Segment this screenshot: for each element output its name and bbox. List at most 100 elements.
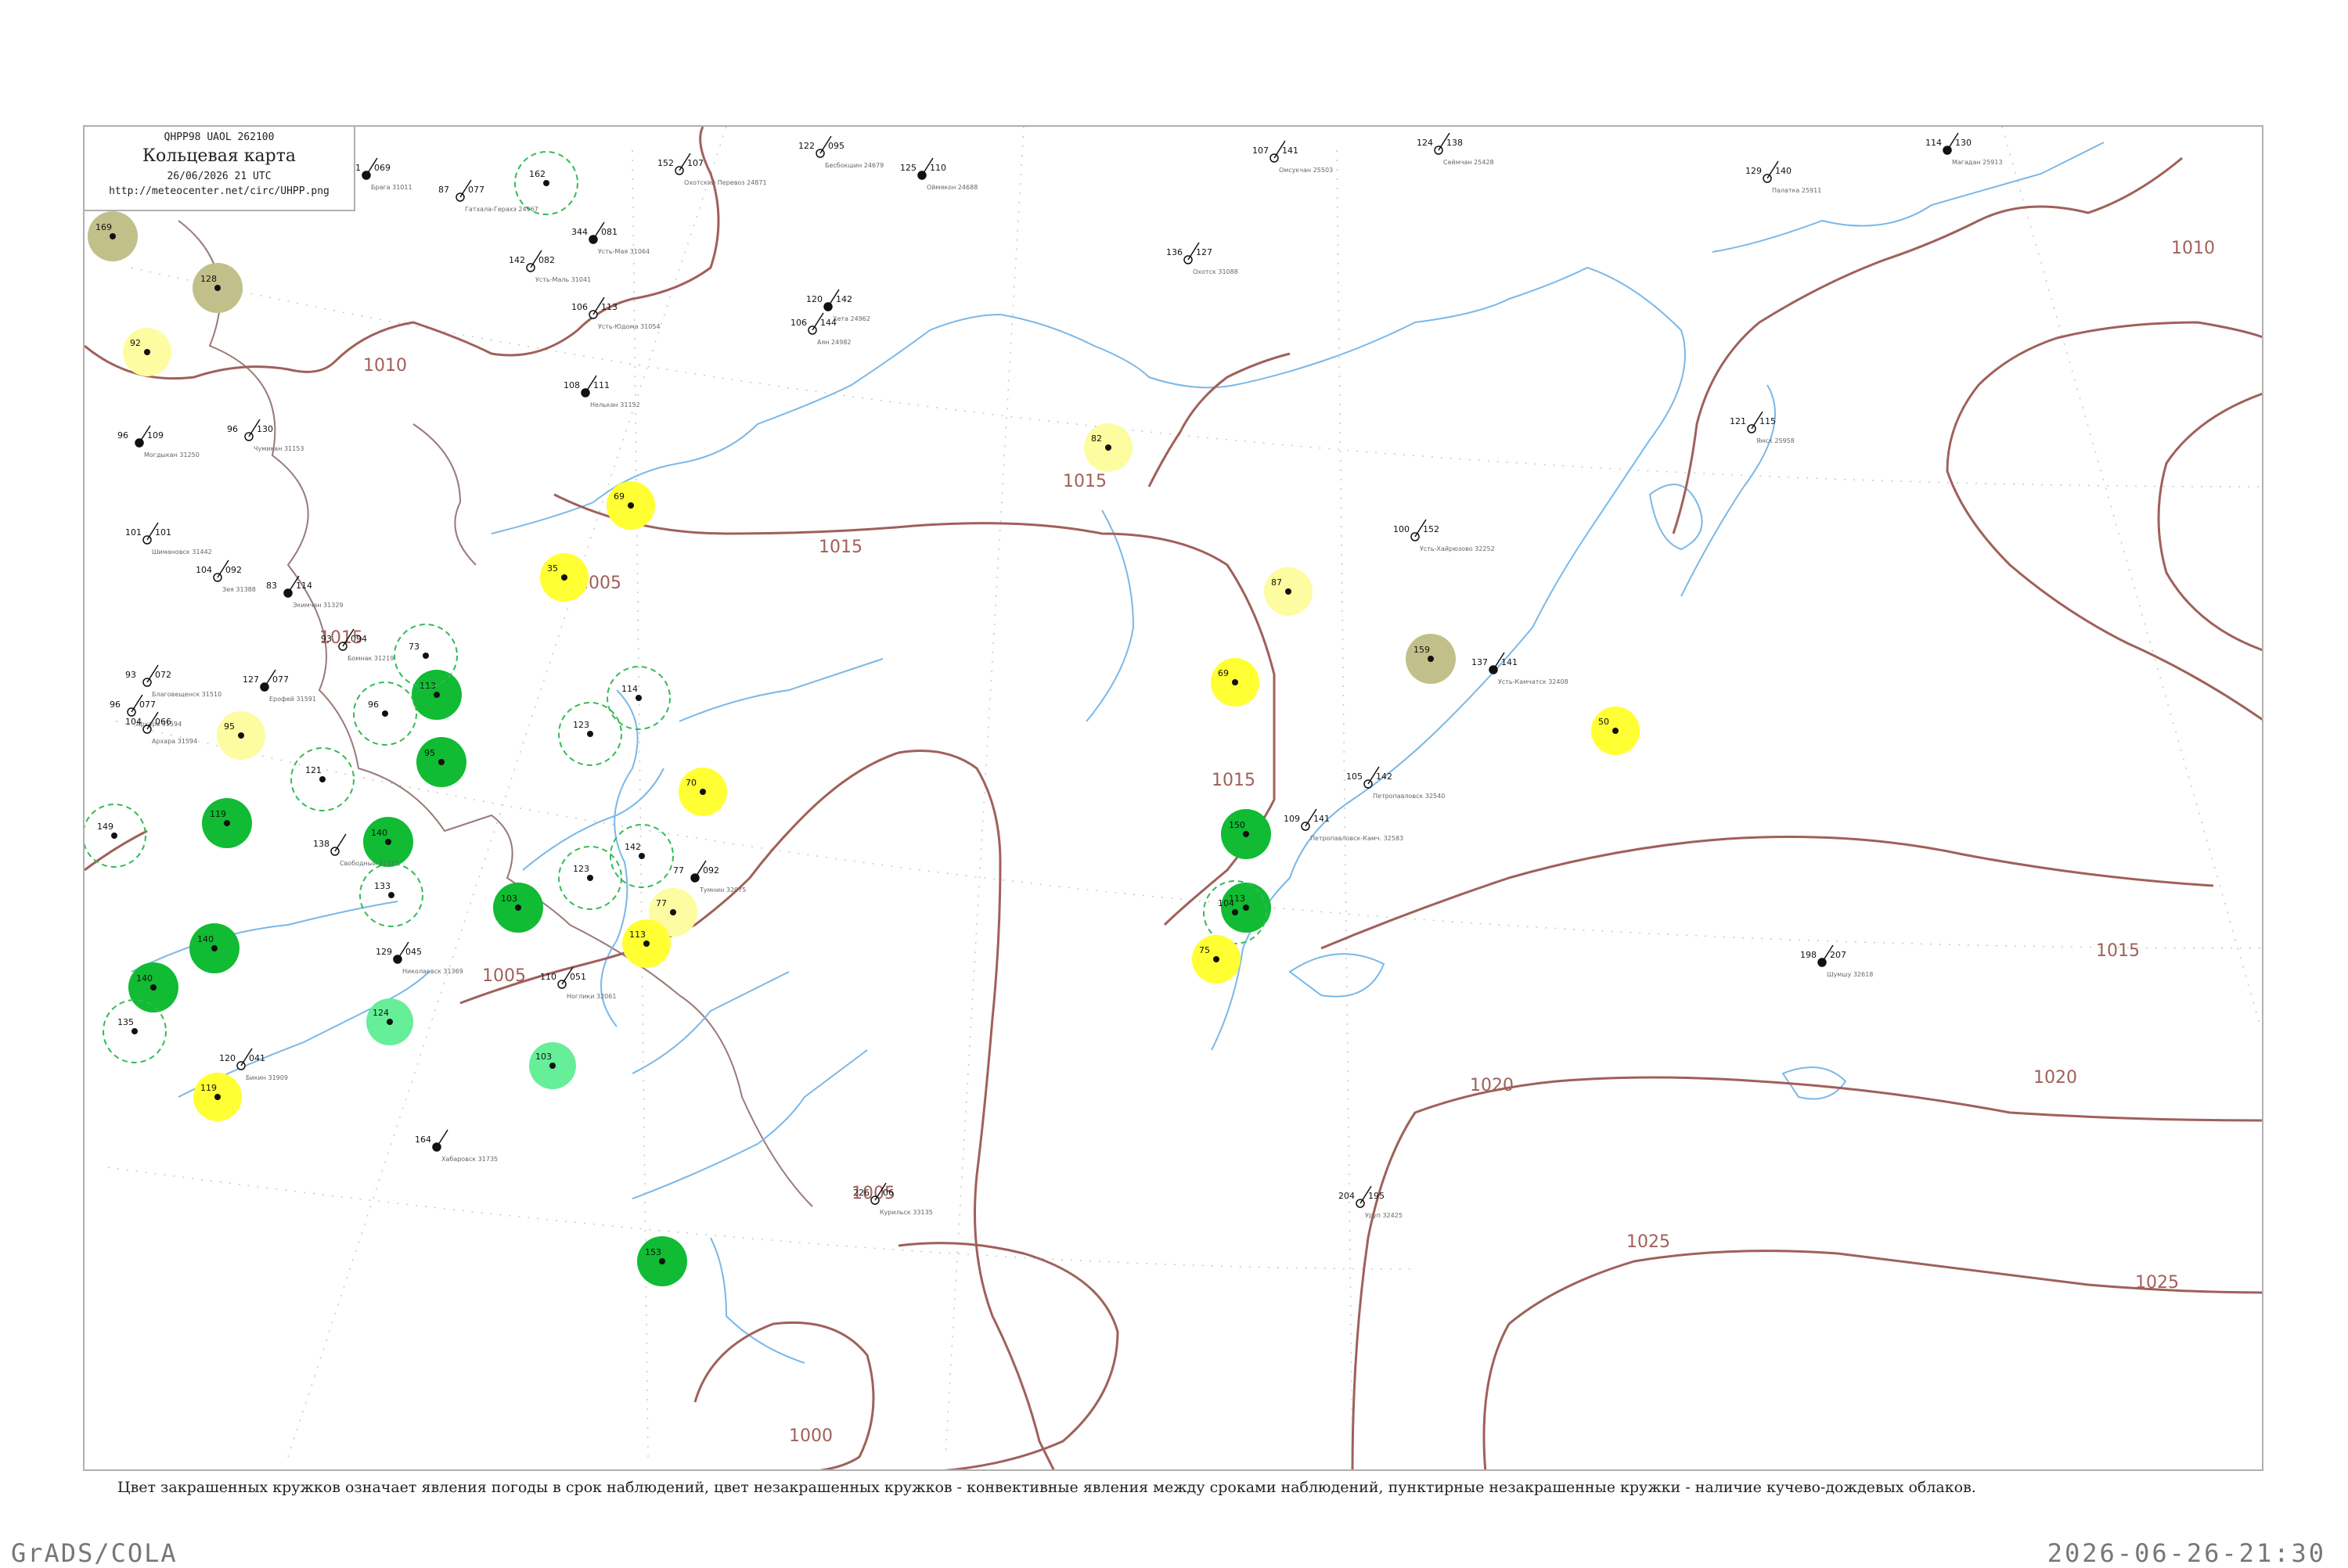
station-name: Зея 31388 [222, 586, 256, 593]
station-temp: 198 [1800, 950, 1817, 960]
station-pressure: 140 [1775, 166, 1792, 176]
weather-circle-value: 35 [547, 563, 558, 574]
station-pressure: 066 [155, 717, 171, 727]
station-pressure: 109 [147, 430, 164, 441]
station-temp: 87 [438, 185, 449, 195]
station-marker[interactable]: 101 101 Шимановск 31442 [125, 522, 212, 556]
weather-circle-value: 135 [117, 1017, 134, 1027]
weather-circle-thunderstorm: 103 [493, 883, 543, 933]
station-pressure: 130 [257, 424, 273, 434]
station-temp: 226 [853, 1188, 870, 1198]
station-marker[interactable]: 198 207 Шумшу 32618 [1800, 944, 1873, 978]
station-pressure: 092 [703, 865, 719, 876]
station-name: Петропавловск 32540 [1373, 793, 1445, 800]
weather-circle-value: 103 [535, 1052, 552, 1062]
station-name: Нелькан 31152 [590, 401, 640, 408]
station-pressure: 094 [351, 634, 367, 644]
station-marker[interactable]: 83 114 Экимчан 31329 [266, 575, 344, 609]
weather-circle-value: 162 [529, 169, 546, 179]
station-name: Могдыкан 31250 [144, 451, 200, 459]
station-marker[interactable]: 104 092 Зея 31388 [196, 559, 256, 593]
station-marker[interactable]: 127 077 Ерофей 31591 [243, 669, 316, 703]
weather-circle-light-rain: 95 [217, 711, 265, 760]
isobar-label: 1025 [2135, 1273, 2179, 1293]
station-pressure: 142 [836, 294, 852, 304]
station-marker[interactable]: 124 138 Сеймчан 25428 [1417, 132, 1494, 166]
weather-circle-value: 140 [136, 973, 153, 984]
station-temp: 107 [1252, 146, 1269, 156]
station-marker[interactable]: 96 109 Могдыкан 31250 [117, 425, 200, 459]
weather-circle-value: 153 [645, 1247, 661, 1257]
weather-circle-value: 70 [686, 778, 697, 788]
map-timestamp: 26/06/2026 21 UTC [167, 171, 272, 182]
station-marker[interactable]: 109 141 Петропавловск-Камч. 32583 [1284, 808, 1403, 842]
weather-circle-thunderstorm: 140 [189, 923, 239, 973]
station-temp: 110 [540, 972, 556, 982]
station-marker[interactable]: 152 107 Охотский Перевоз 24871 [657, 153, 767, 186]
isobar-1005 [459, 750, 1055, 1469]
isobar-label: 1020 [1470, 1076, 1514, 1095]
weather-circle-value: 95 [224, 721, 235, 732]
station-marker[interactable]: 114 130 Магадан 25913 [1925, 132, 2003, 166]
station-marker[interactable]: 344 081 Усть-Мая 31064 [571, 221, 650, 255]
station-marker[interactable]: 96 130 Чумикан 31153 [227, 419, 304, 452]
station-marker[interactable]: 77 092 Тумнин 32075 [673, 860, 746, 894]
weather-circle-cb-ring: 142 [610, 824, 674, 888]
station-temp: 142 [509, 255, 525, 265]
station-marker[interactable]: 106 113 Усть-Юдома 31054 [571, 297, 661, 330]
station-pressure: 045 [405, 947, 422, 957]
map-source-link[interactable]: http://meteocenter.net/circ/UHPP.png [85, 185, 354, 197]
station-marker[interactable]: 104 066 Архара 31594 [125, 711, 197, 745]
weather-circle-value: 113 [629, 930, 646, 940]
station-marker[interactable]: 204 195 Уруп 32425 [1338, 1185, 1403, 1219]
station-pressure: 141 [1501, 657, 1518, 667]
station-name: Шумшу 32618 [1827, 971, 1873, 978]
station-pressure: 207 [1830, 950, 1846, 960]
station-pressure: 152 [1423, 524, 1439, 534]
station-temp: 204 [1338, 1191, 1355, 1201]
station-marker[interactable]: 136 127 Охотск 31088 [1166, 242, 1238, 275]
station-marker[interactable]: 129 045 Николаевск 31369 [376, 941, 463, 975]
station-marker[interactable]: 100 152 Усть-Хайрюзово 32252 [1393, 519, 1495, 552]
legend-caption: Цвет закрашенных кружков означает явлени… [117, 1479, 1976, 1496]
weather-circle-value: 128 [200, 274, 217, 284]
station-marker[interactable]: 108 111 Нелькан 31152 [564, 375, 640, 408]
weather-circle-cb-ring: 123 [558, 702, 622, 766]
station-marker[interactable]: 164 Хабаровск 31735 [415, 1129, 498, 1163]
weather-circle-fog-haze: 159 [1406, 634, 1456, 684]
station-temp: 120 [219, 1053, 236, 1063]
station-name: Ямск 25958 [1756, 437, 1795, 444]
station-marker[interactable]: 142 082 Усть-Маль 31041 [509, 250, 591, 283]
station-marker[interactable]: 107 141 Омсукчан 25503 [1252, 140, 1333, 174]
station-marker[interactable]: 122 095 Бесбокшин 24679 [798, 135, 884, 169]
weather-circle-value: 133 [374, 881, 391, 891]
isobar-1000 [693, 1321, 875, 1469]
weather-circle-value: 96 [368, 699, 379, 710]
station-name: Хабаровск 31735 [441, 1156, 498, 1163]
station-marker[interactable]: 129 140 Палатка 25911 [1745, 160, 1821, 194]
station-name: Бикин 31909 [246, 1074, 288, 1081]
isobar-label: 1010 [363, 356, 407, 376]
station-pressure: 130 [1955, 138, 1972, 148]
station-name: Усть-Юдома 31054 [598, 323, 661, 330]
weather-circle-value: 150 [1229, 820, 1245, 830]
station-pressure: 127 [1196, 247, 1212, 257]
weather-circle-cb-ring: 133 [359, 863, 423, 927]
weather-circle-cb-ring: 121 [290, 747, 355, 811]
station-marker[interactable]: 120 142 Хета 24962 [806, 289, 870, 322]
station-marker[interactable]: 87 077 Гатхала-Герахэ 24967 [438, 179, 538, 213]
station-marker[interactable]: 93 072 Благовещенск 31510 [125, 664, 221, 698]
weather-circle-value: 69 [614, 491, 625, 502]
station-pressure: 114 [296, 581, 312, 591]
weather-circle-rain: 70 [679, 768, 727, 816]
station-name: Свободный 31445 [340, 860, 398, 867]
station-temp: 129 [376, 947, 392, 957]
station-marker[interactable]: 125 110 Оймякон 24688 [900, 157, 978, 191]
station-pressure: 077 [139, 699, 156, 710]
footer-credit: GrADS/COLA [11, 1538, 178, 1568]
station-marker[interactable]: 110 051 Ноглики 32061 [540, 966, 616, 1000]
station-marker[interactable]: 121 115 Ямск 25958 [1730, 411, 1795, 444]
weather-circle-value: 104 [1218, 898, 1234, 908]
station-temp: 96 [227, 424, 238, 434]
weather-circle-value: 119 [210, 809, 226, 819]
